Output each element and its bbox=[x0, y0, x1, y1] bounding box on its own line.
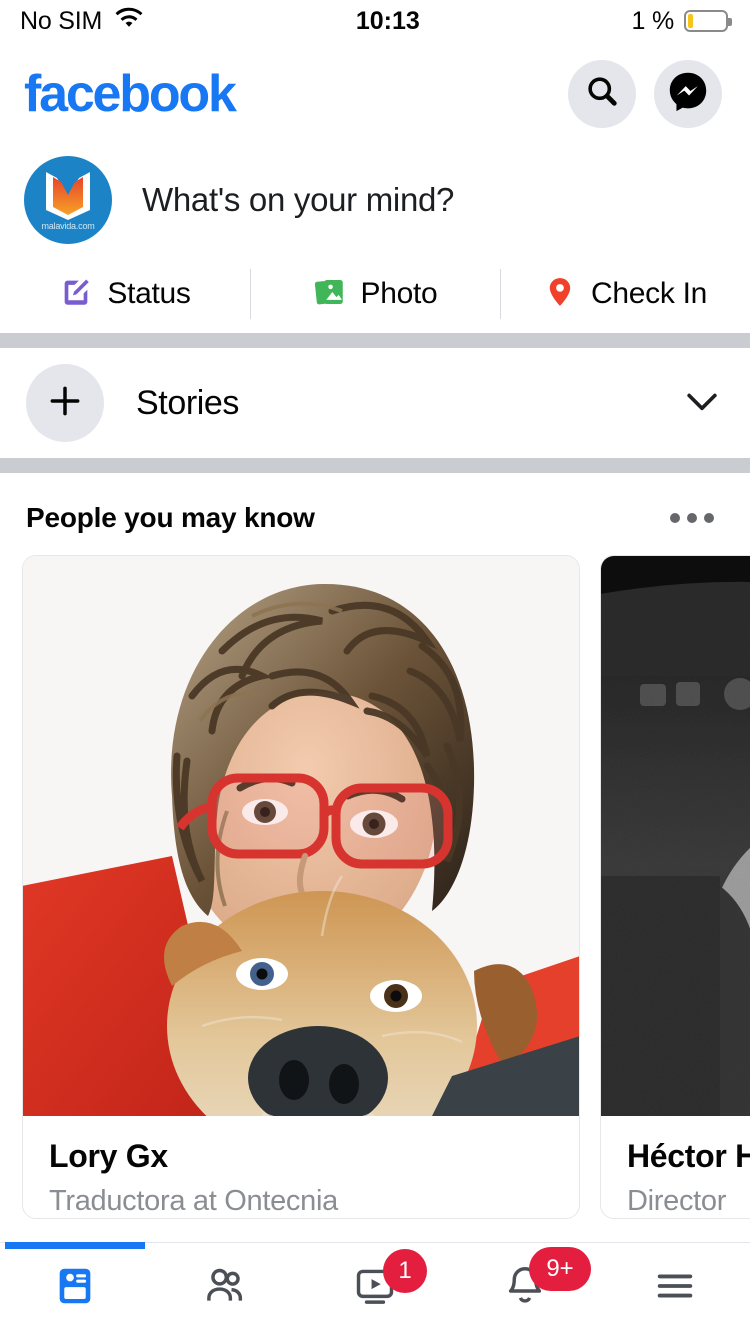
stories-row[interactable]: Stories bbox=[0, 348, 750, 458]
pymk-card-body: Lory Gx Traductora at Ontecnia bbox=[23, 1116, 579, 1218]
pymk-card-name: Héctor H bbox=[627, 1138, 750, 1174]
nav-tab-news-feed[interactable] bbox=[0, 1242, 150, 1334]
pymk-card-name: Lory Gx bbox=[49, 1138, 168, 1174]
pymk-header: People you may know bbox=[0, 491, 750, 545]
composer-prompt[interactable]: What's on your mind? bbox=[142, 181, 454, 219]
photo-action-label: Photo bbox=[360, 277, 438, 310]
pymk-title: People you may know bbox=[26, 502, 315, 533]
black-and-white-portrait-photo bbox=[601, 556, 750, 1116]
friends-icon bbox=[202, 1263, 248, 1314]
woman-with-dog-photo bbox=[23, 556, 579, 1116]
search-button[interactable] bbox=[568, 59, 636, 128]
messenger-icon bbox=[667, 70, 709, 117]
pymk-card-subtitle: Director bbox=[627, 1185, 727, 1217]
nav-tab-menu[interactable] bbox=[600, 1243, 750, 1334]
status-bar: No SIM 10:13 1 % bbox=[0, 0, 750, 42]
composer-row[interactable]: malavida.com What's on your mind? bbox=[0, 145, 750, 255]
status-action-button[interactable]: Status bbox=[0, 255, 250, 333]
plus-icon bbox=[46, 382, 84, 425]
photo-icon bbox=[313, 275, 347, 314]
nav-tab-watch[interactable]: 1 bbox=[300, 1243, 450, 1334]
pymk-card-body: Héctor H Director bbox=[601, 1116, 750, 1218]
pymk-card-photo bbox=[23, 556, 579, 1116]
avatar[interactable]: malavida.com bbox=[24, 156, 112, 244]
pymk-card-list[interactable]: Lory Gx Traductora at Ontecnia Héctor H … bbox=[0, 545, 750, 1219]
avatar-watermark: malavida.com bbox=[41, 221, 95, 231]
pymk-card-subtitle: Traductora at Ontecnia bbox=[49, 1185, 338, 1217]
notifications-badge: 9+ bbox=[529, 1247, 591, 1291]
hamburger-menu-icon bbox=[652, 1263, 698, 1314]
wifi-icon bbox=[114, 7, 144, 36]
status-action-label: Status bbox=[107, 277, 191, 310]
watch-badge: 1 bbox=[383, 1249, 427, 1293]
app-header: facebook bbox=[0, 42, 750, 145]
carrier-label: No SIM bbox=[20, 6, 103, 35]
status-pencil-icon bbox=[59, 275, 93, 314]
chevron-down-icon[interactable] bbox=[680, 379, 724, 428]
people-you-may-know-section: People you may know Lory Gx Traductora a… bbox=[0, 473, 750, 1219]
stories-label: Stories bbox=[136, 383, 240, 422]
photo-action-button[interactable]: Photo bbox=[250, 255, 500, 333]
bottom-navigation: 1 9+ bbox=[0, 1242, 750, 1334]
status-bar-right: 1 % bbox=[631, 6, 732, 36]
pymk-card[interactable]: Héctor H Director bbox=[600, 555, 750, 1219]
nav-tab-friends[interactable] bbox=[150, 1243, 300, 1334]
location-pin-icon bbox=[543, 275, 577, 314]
add-story-button[interactable] bbox=[26, 364, 104, 442]
section-divider bbox=[0, 333, 750, 348]
facebook-logo[interactable]: facebook bbox=[24, 68, 237, 120]
checkin-action-label: Check In bbox=[591, 277, 707, 310]
search-icon bbox=[584, 73, 620, 114]
pymk-card[interactable]: Lory Gx Traductora at Ontecnia bbox=[22, 555, 580, 1219]
nav-tab-notifications[interactable]: 9+ bbox=[450, 1243, 600, 1334]
messenger-button[interactable] bbox=[654, 59, 722, 128]
news-feed-icon bbox=[52, 1263, 98, 1314]
checkin-action-button[interactable]: Check In bbox=[500, 255, 750, 333]
section-divider-2 bbox=[0, 458, 750, 473]
pymk-card-photo bbox=[601, 556, 750, 1116]
ellipsis-icon[interactable] bbox=[660, 503, 724, 533]
status-bar-left: No SIM bbox=[20, 7, 144, 36]
status-bar-clock: 10:13 bbox=[355, 6, 420, 35]
battery-percent-label: 1 % bbox=[631, 6, 675, 35]
composer-actions: Status Photo Check In bbox=[0, 255, 750, 333]
battery-low-icon bbox=[684, 10, 732, 32]
malavida-logo-icon bbox=[46, 172, 90, 220]
